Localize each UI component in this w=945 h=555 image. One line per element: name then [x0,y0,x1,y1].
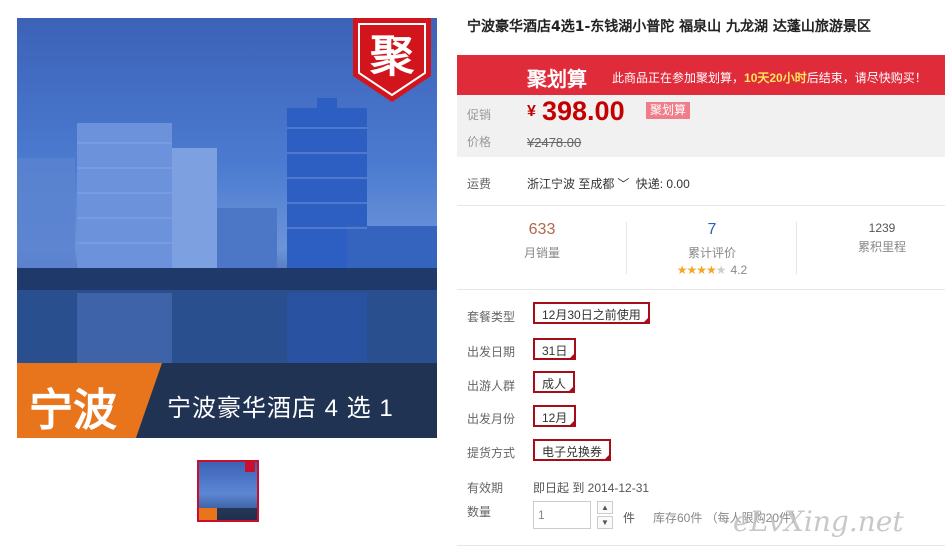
quantity-decrease-button[interactable]: ▼ [597,516,613,529]
departure-month-label: 出发月份 [467,412,516,426]
express-fee: 快递: 0.00 [635,177,690,191]
promo-tag: 聚划算 [646,102,691,119]
departure-month-option[interactable]: 12月 [533,405,577,427]
ju-badge-text: 聚 [370,31,414,82]
quantity-unit: 件 [623,511,636,525]
departure-date-option[interactable]: 31日 [533,338,577,360]
traveler-group-option[interactable]: 成人 [533,371,576,393]
delivery-method-option[interactable]: 电子兑换券 [533,439,612,461]
miles-label: 累积里程 [857,240,906,254]
watermark: eLvXing.net [733,505,904,538]
delivery-method-label: 提货方式 [467,446,516,460]
monthly-sales-value: 633 [528,221,556,238]
quantity-input[interactable]: 1 [533,501,591,529]
reviews-value: 7 [707,221,717,238]
message-prefix: 此商品正在参加聚划算， [612,71,745,85]
city-label: 宁波 [29,386,117,435]
stat-miles: 1239 累积里程 [797,221,945,255]
package-type-option[interactable]: 12月30日之前使用 [533,302,650,324]
rating-value: 4.2 [730,263,748,277]
ju-badge: 聚 [353,18,431,102]
gallery-thumbnail[interactable] [197,460,259,522]
original-price: ¥2478.00 [527,135,582,150]
juhuasuan-banner: 聚划算 此商品正在参加聚划算，10天20小时后结束，请尽快购买！ [457,55,945,95]
product-title: 宁波豪华酒店4选1-东钱湖小普陀 福泉山 九龙湖 达蓬山旅游景区 [467,19,871,35]
divider [457,205,945,206]
chevron-down-icon: ﹀ [617,177,630,191]
currency-symbol: ¥ [527,103,536,120]
price-panel: 促销 ¥ 398.00 聚划算 价格 ¥2478.00 [457,95,945,157]
traveler-group-label: 出游人群 [467,379,516,393]
package-type-label: 套餐类型 [467,310,516,324]
departure-date-label: 出发日期 [467,345,516,359]
thumbnail-badge [245,462,255,472]
reviews-label: 累计评价 [687,246,736,260]
quantity-label: 数量 [467,505,492,519]
divider [457,289,945,290]
validity-value: 即日起 到 2014-12-31 [533,481,650,495]
stat-reviews[interactable]: 7 累计评价 ★★★★★ 4.2 [627,221,797,277]
divider [457,545,945,546]
ship-to-select[interactable]: 至成都 ﹀ [578,177,632,191]
ship-to: 至成都 [578,177,615,191]
promo-price: 398.00 [542,96,625,126]
message-suffix: 后结束，请尽快购买！ [806,71,927,85]
original-price-label: 价格 [467,135,492,149]
star-rating-icon: ★★★★★ [676,263,727,277]
promo-label: 促销 [467,108,492,122]
monthly-sales-label: 月销量 [523,246,560,260]
shipping-info: 浙江宁波 至成都 ﹀ 快递: 0.00 [527,175,690,192]
image-caption: 宁波豪华酒店 4 选 1 [167,395,394,422]
countdown: 10天20小时 [744,71,807,85]
stat-monthly-sales: 633 月销量 [457,221,627,261]
thumbnail-tag [199,508,217,520]
product-main-image: 聚 宁波 宁波豪华酒店 4 选 1 [17,18,437,438]
rating-row: ★★★★★ 4.2 [627,263,797,277]
shipping-label: 运费 [467,177,492,191]
juhuasuan-logo: 聚划算 [527,69,587,91]
validity-label: 有效期 [467,481,504,495]
miles-value: 1239 [868,221,896,235]
quantity-increase-button[interactable]: ▲ [597,501,613,514]
ship-from: 浙江宁波 [527,177,576,191]
juhuasuan-message: 此商品正在参加聚划算，10天20小时后结束，请尽快购买！ [612,69,927,86]
